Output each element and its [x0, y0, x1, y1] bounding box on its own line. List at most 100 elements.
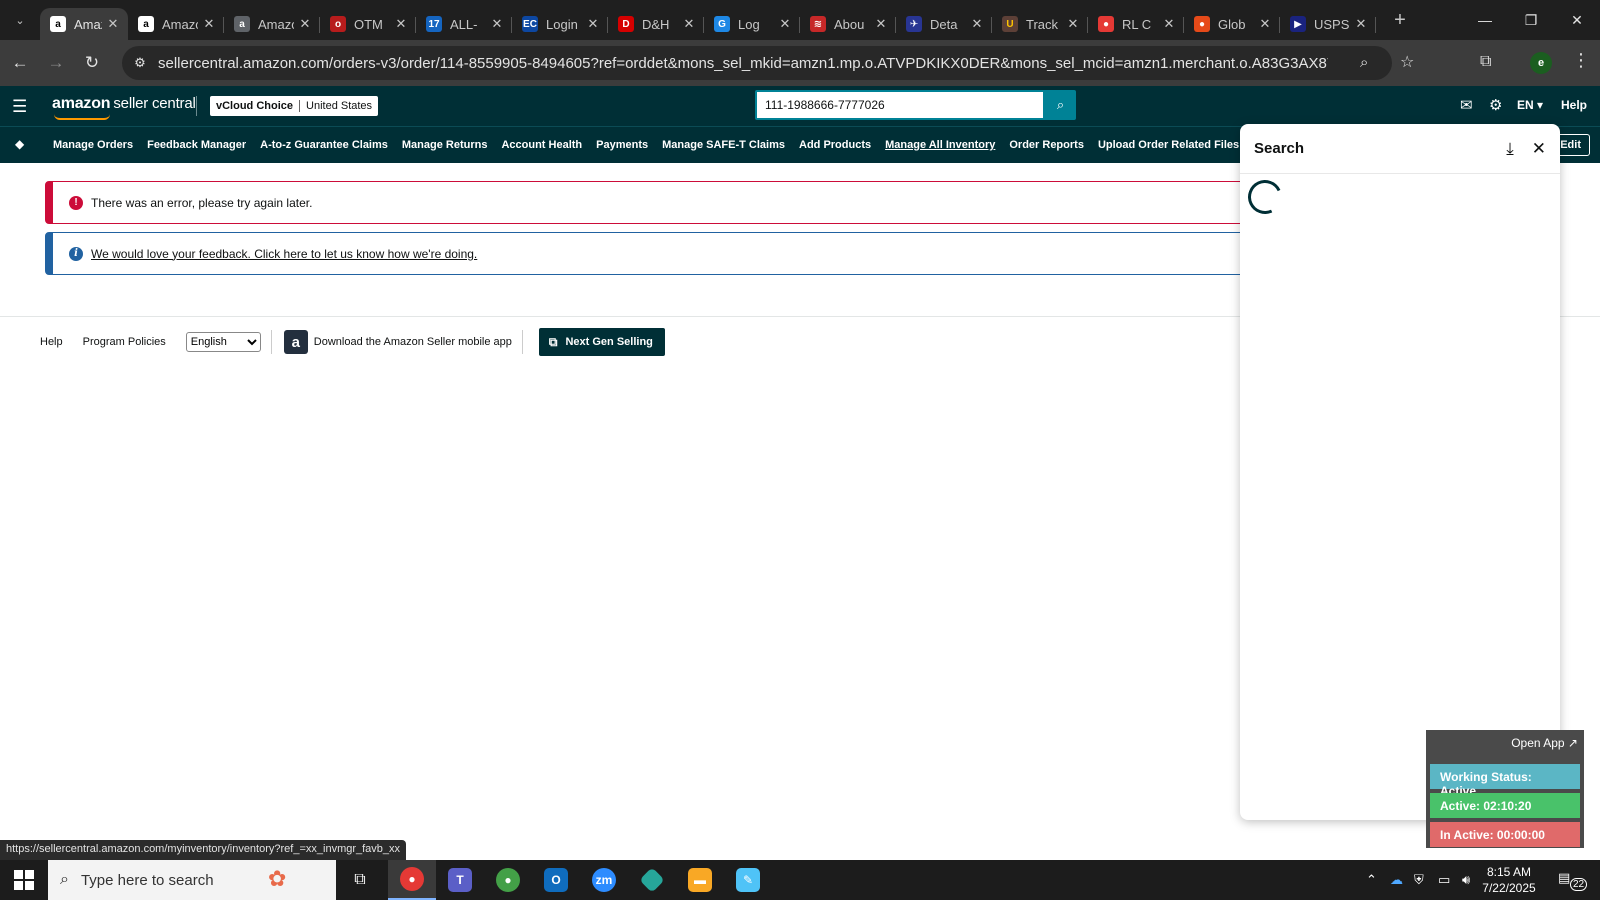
tab-close-icon[interactable]: ✕: [874, 16, 888, 32]
tab-close-icon[interactable]: ✕: [778, 16, 792, 32]
mobile-app-link[interactable]: Download the Amazon Seller mobile app: [314, 336, 512, 348]
new-tab-plus-icon[interactable]: +: [1388, 9, 1412, 32]
close-window-icon[interactable]: ✕: [1554, 0, 1600, 40]
browser-tab[interactable]: 17 ALL- ✕: [416, 8, 512, 40]
nav-item[interactable]: Add Products: [799, 139, 871, 151]
minimize-icon[interactable]: —: [1462, 0, 1508, 40]
browser-tab[interactable]: o OTM ✕: [320, 8, 416, 40]
address-bar[interactable]: ⚙ sellercentral.amazon.com/orders-v3/ord…: [122, 46, 1392, 80]
tab-close-icon[interactable]: ✕: [970, 16, 984, 32]
notepad-taskbar-icon[interactable]: ✎: [724, 860, 772, 900]
tab-search-chevron-icon[interactable]: ⌄: [6, 6, 34, 34]
close-icon[interactable]: ✕: [1532, 139, 1546, 159]
minimize-panel-icon[interactable]: ⤓: [1506, 139, 1514, 159]
nav-item[interactable]: Manage All Inventory: [885, 139, 995, 151]
open-app-link[interactable]: Open App ↗: [1511, 736, 1578, 750]
nav-item[interactable]: Upload Order Related Files: [1098, 139, 1239, 151]
seller-central-logo[interactable]: amazon seller central: [52, 95, 196, 120]
browser-tab[interactable]: D D&H ✕: [608, 8, 704, 40]
active-time-row: Active: 02:10:20: [1430, 793, 1580, 818]
teams-taskbar-icon[interactable]: T: [436, 860, 484, 900]
tab-close-icon[interactable]: ✕: [106, 16, 120, 32]
bookmark-icon[interactable]: ◆: [15, 137, 24, 151]
extensions-puzzle-icon[interactable]: ⧉: [1480, 53, 1491, 71]
tab-close-icon[interactable]: ✕: [1258, 16, 1272, 32]
tab-favicon-icon: G: [714, 16, 730, 32]
nav-item[interactable]: Payments: [596, 139, 648, 151]
tab-close-icon[interactable]: ✕: [394, 16, 408, 32]
security-icon[interactable]: ⛨: [1414, 872, 1424, 888]
tab-close-icon[interactable]: ✕: [586, 16, 600, 32]
windows-start-icon[interactable]: [14, 870, 34, 890]
clock-time: 8:15 AM: [1486, 865, 1532, 879]
tray-expand-icon[interactable]: ⌃: [1366, 872, 1377, 888]
language-code: EN: [1517, 98, 1534, 112]
browser-tab[interactable]: ● Glob ✕: [1184, 8, 1280, 40]
browser-tab[interactable]: a Amazon✕: [40, 8, 128, 40]
language-select[interactable]: English: [185, 332, 261, 352]
tab-close-icon[interactable]: ✕: [682, 16, 696, 32]
footer-separator: [270, 330, 272, 354]
browser-tab[interactable]: ≋ Abou ✕: [800, 8, 896, 40]
profile-avatar[interactable]: e: [1530, 52, 1552, 74]
browser-tab[interactable]: ✈ Deta ✕: [896, 8, 992, 40]
nav-item[interactable]: Manage SAFE-T Claims: [662, 139, 785, 151]
browser-tab[interactable]: ● RL C ✕: [1088, 8, 1184, 40]
gear-icon[interactable]: ⚙: [1489, 96, 1502, 114]
bookmark-star-icon[interactable]: ☆: [1400, 52, 1414, 72]
tab-close-icon[interactable]: ✕: [1354, 16, 1368, 32]
store-switcher[interactable]: vCloud Choice United States: [210, 96, 379, 116]
onedrive-icon[interactable]: ☁: [1390, 872, 1403, 888]
feedback-link[interactable]: We would love your feedback. Click here …: [91, 247, 477, 261]
nav-item[interactable]: Order Reports: [1009, 139, 1084, 151]
chrome-taskbar-icon[interactable]: ●: [388, 860, 436, 900]
chrome-menu-kebab-icon[interactable]: ⋮: [1572, 50, 1590, 71]
forward-arrow-icon[interactable]: →: [40, 47, 72, 79]
language-selector[interactable]: EN ▾: [1517, 98, 1543, 112]
app-diamond-taskbar-icon[interactable]: [628, 860, 676, 900]
browser-tab[interactable]: U Track ✕: [992, 8, 1088, 40]
browser-tab[interactable]: a Amazon✕: [128, 8, 224, 40]
browser-tab[interactable]: G Log ✕: [704, 8, 800, 40]
program-policies-link[interactable]: Program Policies: [83, 336, 166, 348]
tab-close-icon[interactable]: ✕: [298, 16, 312, 32]
next-gen-selling-button[interactable]: ⧉ Next Gen Selling: [538, 328, 665, 356]
notification-center-icon[interactable]: ▤ 22: [1558, 870, 1588, 891]
search-button[interactable]: ⌕: [1045, 90, 1076, 120]
nav-item[interactable]: A-to-z Guarantee Claims: [260, 139, 388, 151]
task-view-icon[interactable]: ⧉: [336, 860, 384, 900]
tab-favicon-icon: ✈: [906, 16, 922, 32]
footer-help-link[interactable]: Help: [40, 336, 63, 348]
volume-icon[interactable]: 🔊︎: [1462, 872, 1470, 888]
tab-close-icon[interactable]: ✕: [1162, 16, 1176, 32]
tab-close-icon[interactable]: ✕: [202, 16, 216, 32]
taskbar-search-box[interactable]: ⌕ Type here to search ✿: [48, 860, 336, 900]
restore-icon[interactable]: ❐: [1508, 0, 1554, 40]
tab-close-icon[interactable]: ✕: [1066, 16, 1080, 32]
nav-item[interactable]: Manage Orders: [53, 139, 133, 151]
file-explorer-taskbar-icon[interactable]: ▬: [676, 860, 724, 900]
taskbar-clock[interactable]: 8:15 AM 7/22/2025: [1470, 864, 1548, 896]
nav-item[interactable]: Account Health: [501, 139, 582, 151]
browser-tab[interactable]: a Amazon✕: [224, 8, 320, 40]
back-arrow-icon[interactable]: ←: [4, 47, 36, 79]
zoom-taskbar-icon[interactable]: zm: [580, 860, 628, 900]
tab-close-icon[interactable]: ✕: [490, 16, 504, 32]
outlook-taskbar-icon[interactable]: O: [532, 860, 580, 900]
order-search-input[interactable]: [755, 90, 1045, 120]
amazon-app-icon[interactable]: a: [283, 330, 308, 354]
chrome-profile-taskbar-icon[interactable]: ●: [484, 860, 532, 900]
nav-item[interactable]: Feedback Manager: [147, 139, 246, 151]
help-link[interactable]: Help: [1561, 98, 1587, 112]
nav-item[interactable]: Manage Returns: [402, 139, 488, 151]
browser-tab[interactable]: EC Login ✕: [512, 8, 608, 40]
browser-tab[interactable]: ▶ USPS ✕: [1280, 8, 1376, 40]
network-icon[interactable]: ▭: [1438, 872, 1450, 888]
hamburger-menu-icon[interactable]: ☰: [12, 97, 27, 117]
zoom-magnifier-icon[interactable]: ⌕: [1360, 54, 1368, 71]
reload-icon[interactable]: ↻: [76, 47, 108, 79]
info-icon: i: [69, 246, 83, 261]
mail-icon[interactable]: ✉: [1460, 96, 1473, 114]
site-info-icon[interactable]: ⚙: [128, 55, 152, 71]
url-text[interactable]: sellercentral.amazon.com/orders-v3/order…: [158, 55, 1328, 72]
